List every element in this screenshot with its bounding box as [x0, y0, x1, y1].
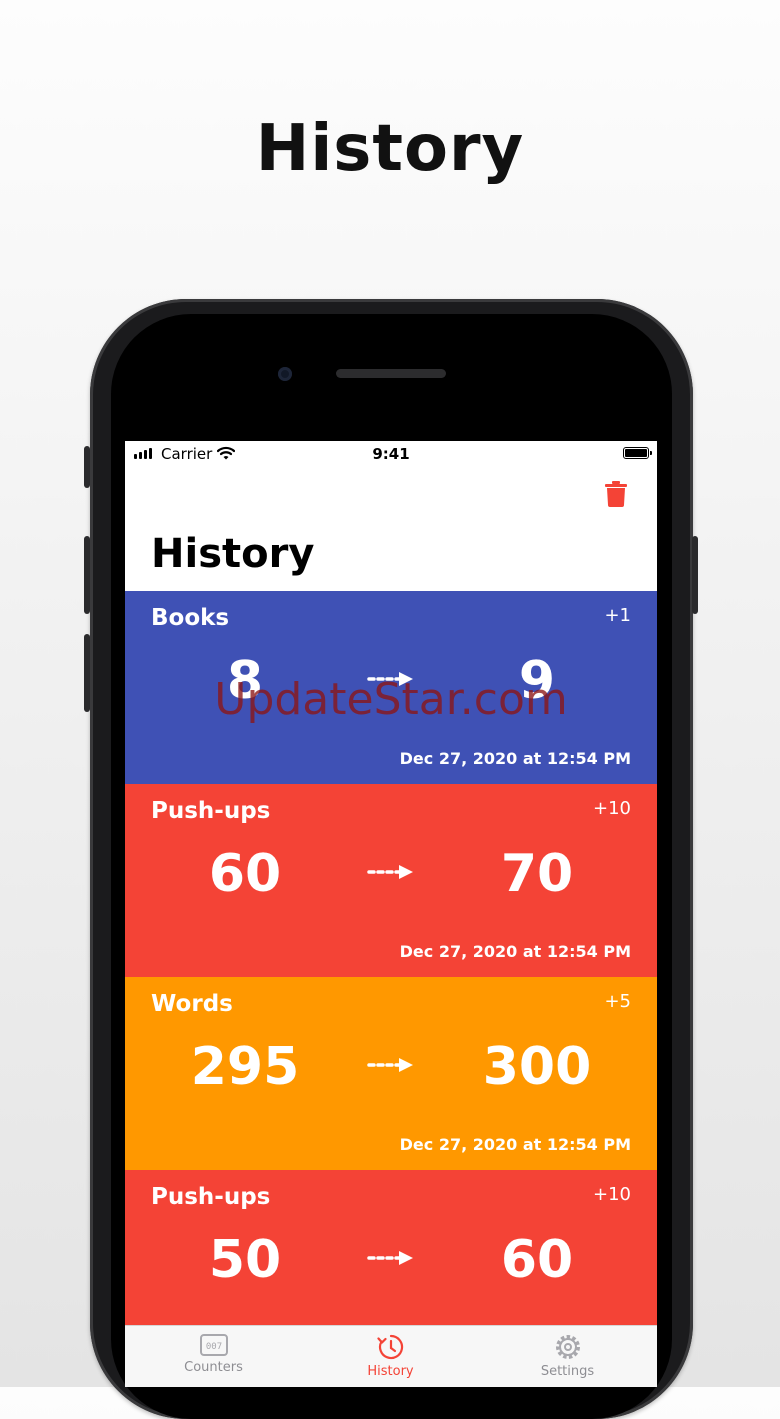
- new-value: 300: [482, 1037, 592, 1097]
- dashed-arrow-icon: [367, 865, 413, 879]
- change-amount: +5: [604, 991, 631, 1012]
- dashed-arrow-icon: [367, 1251, 413, 1265]
- volume-down-button: [84, 634, 90, 712]
- status-time: 9:41: [372, 445, 410, 463]
- history-card[interactable]: Push-ups +10 60 70 Dec 27, 2020 at 12:54…: [125, 784, 657, 977]
- svg-text:007: 007: [205, 1342, 221, 1352]
- timestamp: Dec 27, 2020 at 12:54 PM: [399, 942, 631, 961]
- timestamp: Dec 27, 2020 at 12:54 PM: [399, 1135, 631, 1154]
- tab-history[interactable]: History: [302, 1334, 479, 1379]
- counter-icon: 007: [199, 1334, 228, 1356]
- dashed-arrow-icon: [367, 672, 413, 686]
- status-bar: Carrier 9:41: [125, 441, 657, 467]
- history-card[interactable]: Words +5 295 300 Dec 27, 2020 at 12:54 P…: [125, 977, 657, 1170]
- counter-name: Words: [151, 991, 233, 1017]
- change-amount: +10: [593, 1184, 631, 1205]
- banner-title: History: [255, 112, 525, 186]
- tab-bar: 007 Counters History Settings: [125, 1325, 657, 1387]
- earpiece-speaker: [336, 369, 446, 378]
- change-amount: +1: [604, 605, 631, 626]
- gear-icon: [555, 1335, 580, 1359]
- previous-value: 60: [208, 844, 282, 904]
- history-card[interactable]: Books +1 8 9 Dec 27, 2020 at 12:54 PM: [125, 591, 657, 784]
- previous-value: 8: [226, 651, 264, 711]
- history-list: Books +1 8 9 Dec 27, 2020 at 12:54 PM Pu…: [125, 591, 657, 1363]
- trash-icon[interactable]: [605, 481, 627, 507]
- mute-switch: [84, 446, 90, 488]
- timestamp: Dec 27, 2020 at 12:54 PM: [399, 749, 631, 768]
- counter-name: Books: [151, 605, 230, 631]
- volume-up-button: [84, 536, 90, 614]
- counter-name: Push-ups: [151, 1184, 271, 1210]
- tab-counters[interactable]: 007 Counters: [125, 1334, 302, 1375]
- front-camera: [278, 367, 292, 381]
- page-title: History: [151, 531, 315, 577]
- phone-screen: Carrier 9:41 History Books +1 8 9 Dec 27…: [125, 441, 657, 1387]
- tab-settings[interactable]: Settings: [479, 1334, 656, 1379]
- change-amount: +10: [593, 798, 631, 819]
- previous-value: 295: [190, 1037, 300, 1097]
- clock-icon: [376, 1334, 403, 1360]
- new-value: 70: [500, 844, 574, 904]
- new-value: 60: [500, 1230, 574, 1290]
- counter-name: Push-ups: [151, 798, 271, 824]
- power-button: [692, 536, 698, 614]
- previous-value: 50: [208, 1230, 282, 1290]
- dashed-arrow-icon: [367, 1058, 413, 1072]
- battery-icon: [623, 447, 652, 459]
- new-value: 9: [518, 651, 556, 711]
